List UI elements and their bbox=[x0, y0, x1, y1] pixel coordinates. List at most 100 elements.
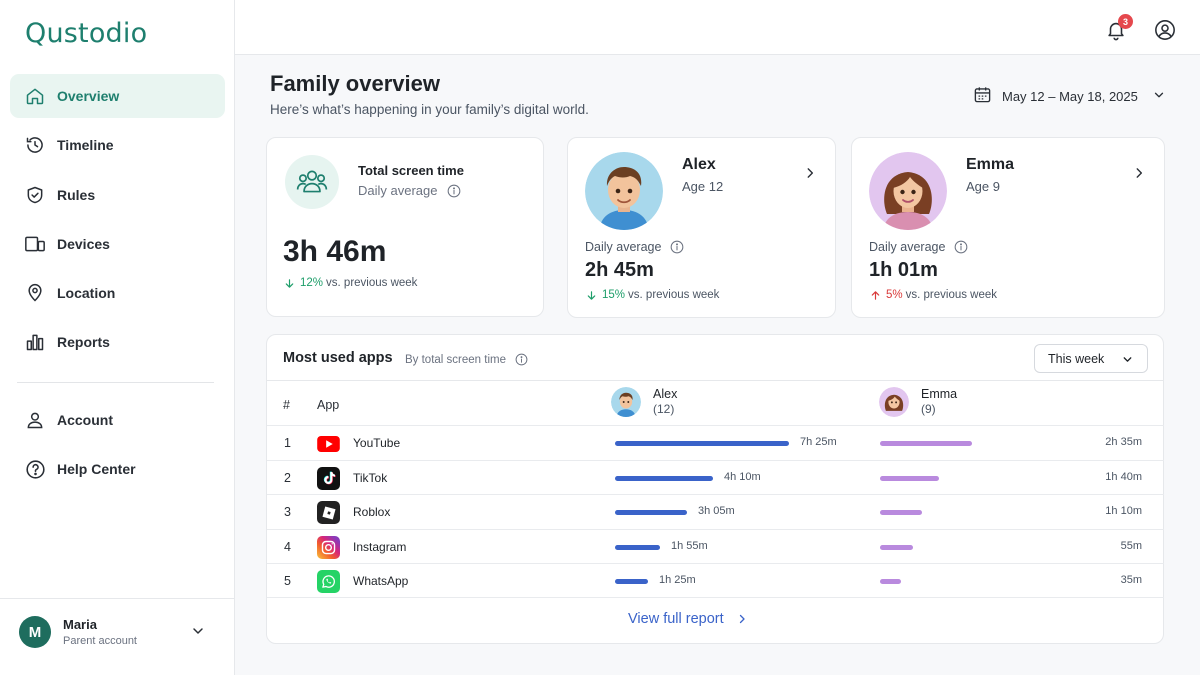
kid-time-value: 1h 01m bbox=[869, 259, 938, 281]
nav-divider bbox=[17, 382, 214, 383]
row-rank: 5 bbox=[284, 574, 291, 588]
secondary-nav: Account Help Center bbox=[10, 398, 225, 497]
column-header-alex: Alex (12) bbox=[611, 387, 677, 417]
info-icon[interactable] bbox=[447, 184, 461, 198]
kid-daily-label: Daily average bbox=[869, 240, 968, 254]
youtube-icon bbox=[317, 432, 340, 455]
sidebar-item-rules[interactable]: Rules bbox=[10, 173, 225, 217]
sidebar-item-reports[interactable]: Reports bbox=[10, 320, 225, 364]
avatar bbox=[611, 387, 641, 417]
total-time-value: 3h 46m bbox=[283, 235, 387, 268]
row-rank: 3 bbox=[284, 505, 291, 519]
trend-suffix: vs. previous week bbox=[326, 277, 418, 289]
trend-indicator: 12% vs. previous week bbox=[284, 277, 417, 289]
arrow-up-icon bbox=[870, 290, 881, 301]
view-full-report-link[interactable]: View full report bbox=[628, 611, 748, 627]
sidebar-item-label: Account bbox=[57, 412, 113, 428]
table-row[interactable]: 3 Roblox 3h 05m 1h 10m bbox=[267, 494, 1164, 529]
avatar bbox=[585, 152, 663, 230]
app-name: Instagram bbox=[353, 539, 407, 554]
sidebar-item-label: Overview bbox=[57, 88, 120, 104]
info-icon[interactable] bbox=[670, 240, 684, 254]
clock-history-icon bbox=[24, 134, 46, 156]
sidebar-item-label: Devices bbox=[57, 235, 110, 252]
kid-daily-label: Daily average bbox=[585, 240, 684, 254]
profile-icon[interactable] bbox=[1154, 19, 1176, 46]
daily-average-label: Daily average bbox=[358, 183, 438, 198]
row-rank: 2 bbox=[284, 470, 291, 485]
arrow-down-icon bbox=[284, 278, 295, 289]
sidebar-item-account[interactable]: Account bbox=[10, 398, 225, 442]
kid-card-alex[interactable]: Alex Age 12 Daily average 2h 45m 15% vs.… bbox=[567, 137, 836, 318]
table-row[interactable]: 2 TikTok 4h 10m 1h 40m bbox=[267, 459, 1164, 495]
column-kid-age: (9) bbox=[921, 402, 936, 416]
alex-usage-bar bbox=[615, 544, 660, 550]
chevron-right-icon[interactable] bbox=[1132, 165, 1146, 186]
date-range-picker[interactable]: May 12 – May 18, 2025 bbox=[973, 85, 1166, 107]
most-used-apps-card: Most used apps By total screen time This… bbox=[266, 334, 1164, 644]
column-header-app: App bbox=[317, 398, 340, 412]
chevron-right-icon[interactable] bbox=[803, 165, 817, 186]
alex-usage-value: 3h 05m bbox=[698, 505, 735, 517]
whatsapp-icon bbox=[317, 570, 340, 593]
column-kid-name: Alex bbox=[653, 387, 678, 401]
bar-chart-icon bbox=[24, 331, 46, 353]
emma-usage-value: 1h 10m bbox=[1105, 505, 1142, 517]
kid-age: Age 12 bbox=[682, 179, 724, 194]
period-select[interactable]: This week bbox=[1034, 344, 1148, 373]
sidebar-item-overview[interactable]: Overview bbox=[10, 74, 225, 118]
family-icon bbox=[285, 155, 339, 209]
sidebar-item-devices[interactable]: Devices bbox=[10, 222, 225, 266]
trend-percent: 5% bbox=[886, 289, 903, 301]
avatar: M bbox=[19, 616, 51, 648]
user-account-menu[interactable]: M Maria Parent account bbox=[0, 598, 234, 675]
kid-name: Emma bbox=[966, 156, 1015, 173]
alex-usage-value: 1h 55m bbox=[671, 539, 708, 552]
app-name: WhatsApp bbox=[353, 574, 409, 588]
column-header-emma: Emma (9) bbox=[879, 387, 957, 417]
alex-usage-bar bbox=[615, 510, 687, 515]
sidebar-item-label: Reports bbox=[57, 334, 110, 351]
app-name: Roblox bbox=[353, 505, 391, 519]
logo[interactable]: Qustodio bbox=[25, 18, 147, 49]
emma-usage-value: 2h 35m bbox=[1105, 436, 1142, 448]
emma-usage-bar bbox=[880, 544, 913, 550]
sidebar-item-label: Help Center bbox=[57, 461, 136, 478]
table-row[interactable]: 5 WhatsApp 1h 25m 35m bbox=[267, 563, 1164, 598]
trend-indicator: 15% vs. previous week bbox=[586, 289, 719, 301]
app-name: YouTube bbox=[353, 436, 401, 450]
user-icon bbox=[24, 409, 46, 431]
subtitle-label: By total screen time bbox=[405, 353, 506, 366]
kid-time-value: 2h 45m bbox=[585, 259, 654, 281]
location-pin-icon bbox=[24, 282, 46, 304]
emma-usage-bar bbox=[880, 510, 922, 515]
total-screen-time-card: Total screen time Daily average 3h 46m 1… bbox=[266, 137, 544, 317]
divider bbox=[267, 380, 1164, 381]
period-select-value: This week bbox=[1048, 351, 1105, 366]
user-name: Maria bbox=[63, 617, 97, 632]
table-row[interactable]: 1 YouTube 7h 25m 2h 35m bbox=[267, 425, 1164, 460]
info-icon[interactable] bbox=[954, 240, 968, 254]
sidebar-item-help-center[interactable]: Help Center bbox=[10, 447, 225, 491]
app-name: TikTok bbox=[353, 470, 388, 485]
info-icon[interactable] bbox=[515, 353, 528, 366]
alex-usage-bar bbox=[615, 579, 648, 584]
sidebar-item-location[interactable]: Location bbox=[10, 271, 225, 315]
chevron-right-icon bbox=[736, 612, 748, 626]
alex-usage-bar bbox=[615, 475, 713, 481]
daily-average-label: Daily average bbox=[869, 240, 946, 254]
kid-card-emma[interactable]: Emma Age 9 Daily average 1h 01m 5% vs. p… bbox=[851, 137, 1165, 318]
top-bar: 3 bbox=[235, 0, 1200, 55]
emma-usage-bar bbox=[880, 441, 972, 446]
table-row[interactable]: 4 Instagram 1h 55m 55m bbox=[267, 528, 1164, 564]
chevron-down-icon[interactable] bbox=[190, 623, 206, 644]
sidebar-item-label: Rules bbox=[57, 186, 96, 203]
trend-percent: 12% bbox=[300, 277, 324, 289]
sidebar-item-label: Timeline bbox=[57, 137, 114, 154]
trend-percent: 15% bbox=[602, 289, 626, 301]
sidebar-item-timeline[interactable]: Timeline bbox=[10, 123, 225, 167]
page-title: Family overview bbox=[270, 71, 440, 96]
row-rank: 1 bbox=[284, 436, 291, 450]
date-range-label: May 12 – May 18, 2025 bbox=[1002, 88, 1138, 104]
sidebar-item-label: Location bbox=[57, 285, 116, 302]
